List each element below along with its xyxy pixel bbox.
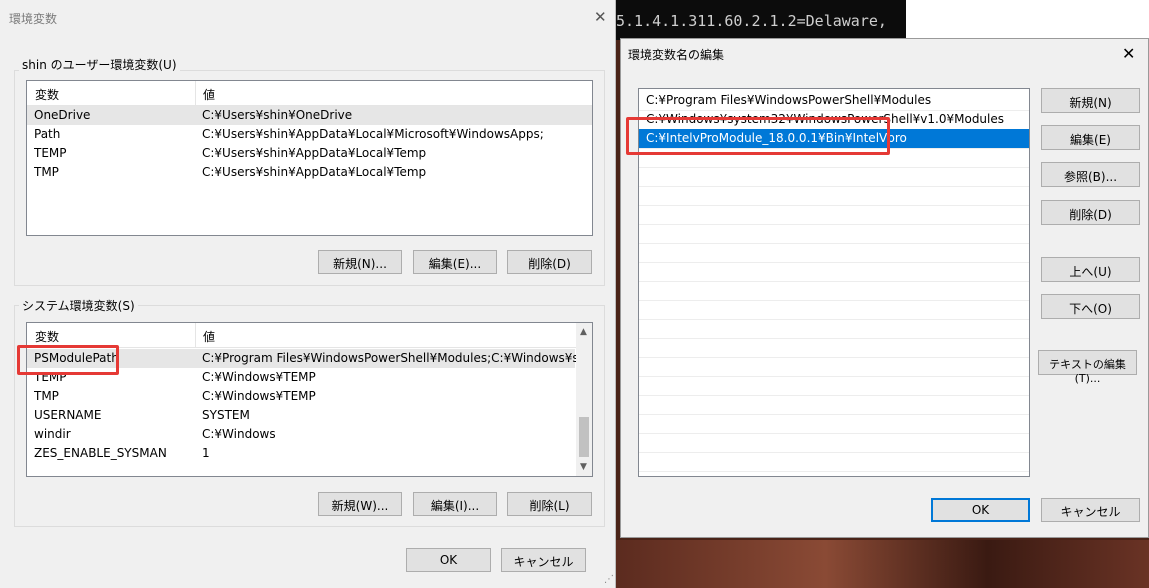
variable-value: SYSTEM <box>202 408 250 422</box>
variable-value: C:¥Windows¥TEMP <box>202 370 316 384</box>
path-new-button[interactable]: 新規(N) <box>1041 88 1140 113</box>
desktop-area <box>906 0 1149 40</box>
dialog-ok-button[interactable]: OK <box>931 498 1030 522</box>
variable-value: C:¥Windows <box>202 427 276 441</box>
scroll-up-icon[interactable]: ▲ <box>580 327 587 337</box>
cancel-button[interactable]: キャンセル <box>501 548 586 572</box>
variable-name: Path <box>34 127 61 141</box>
variable-name: TMP <box>34 165 59 179</box>
variable-value: C:¥Program Files¥WindowsPowerShell¥Modul… <box>202 351 593 365</box>
table-row[interactable]: TMP C:¥Users¥shin¥AppData¥Local¥Temp <box>27 163 592 182</box>
ok-button[interactable]: OK <box>406 548 491 572</box>
scroll-down-icon[interactable]: ▼ <box>580 462 587 472</box>
system-list-scrollbar[interactable]: ▲ ▼ <box>576 323 592 476</box>
path-browse-button[interactable]: 参照(B)... <box>1041 162 1140 187</box>
terminal-line: 5.1.4.1.311.60.2.1.2=Delaware, <box>616 12 887 30</box>
user-edit-button[interactable]: 編集(E)... <box>413 250 497 274</box>
edit-text-button[interactable]: テキストの編集(T)... <box>1038 350 1137 385</box>
system-edit-button[interactable]: 編集(I)... <box>413 492 497 516</box>
system-delete-button[interactable]: 削除(L) <box>507 492 592 516</box>
column-value[interactable]: 値 <box>203 328 215 345</box>
system-new-button[interactable]: 新規(W)... <box>318 492 402 516</box>
desktop-wallpaper <box>610 540 1149 588</box>
table-row[interactable]: windir C:¥Windows <box>27 425 575 444</box>
user-delete-button[interactable]: 削除(D) <box>507 250 592 274</box>
variable-name: TEMP <box>34 146 67 160</box>
list-header: 変数 値 <box>27 81 592 106</box>
resize-grip-icon[interactable]: ⋰ <box>604 574 614 585</box>
column-variable[interactable]: 変数 <box>35 328 59 345</box>
user-variables-list[interactable]: 変数 値 OneDrive C:¥Users¥shin¥OneDrive Pat… <box>26 80 593 236</box>
dialog-cancel-button[interactable]: キャンセル <box>1041 498 1140 522</box>
system-variables-label: システム環境変数(S) <box>19 297 138 314</box>
terminal-window: 5.1.4.1.311.60.2.1.2=Delaware, <box>606 0 906 40</box>
variable-value: C:¥Windows¥TEMP <box>202 389 316 403</box>
table-row[interactable]: ZES_ENABLE_SYSMAN 1 <box>27 444 575 463</box>
user-variables-label: shin のユーザー環境変数(U) <box>19 56 180 73</box>
move-down-button[interactable]: 下へ(O) <box>1041 294 1140 319</box>
column-value[interactable]: 値 <box>203 86 215 103</box>
path-edit-button[interactable]: 編集(E) <box>1041 125 1140 150</box>
list-item[interactable]: C:¥Program Files¥WindowsPowerShell¥Modul… <box>639 91 1029 111</box>
variable-value: 1 <box>202 446 210 460</box>
variable-name: windir <box>34 427 71 441</box>
window-title: 環境変数 <box>9 12 58 26</box>
path-delete-button[interactable]: 削除(D) <box>1041 200 1140 225</box>
user-new-button[interactable]: 新規(N)... <box>318 250 402 274</box>
scrollbar-thumb[interactable] <box>579 417 589 457</box>
variable-value: C:¥Users¥shin¥AppData¥Local¥Temp <box>202 146 427 160</box>
move-up-button[interactable]: 上へ(U) <box>1041 257 1140 282</box>
variable-name: USERNAME <box>34 408 102 422</box>
dialog-title: 環境変数名の編集 <box>628 48 725 62</box>
close-icon[interactable]: ✕ <box>594 8 607 26</box>
variable-name: ZES_ENABLE_SYSMAN <box>34 446 167 460</box>
variable-value: C:¥Users¥shin¥OneDrive <box>202 108 353 122</box>
variable-value: C:¥Users¥shin¥AppData¥Local¥Temp <box>202 165 427 179</box>
highlight-box <box>626 117 890 155</box>
close-icon[interactable]: ✕ <box>1122 44 1135 63</box>
table-row[interactable]: Path C:¥Users¥shin¥AppData¥Local¥Microso… <box>27 125 592 144</box>
table-row[interactable]: OneDrive C:¥Users¥shin¥OneDrive <box>27 106 592 125</box>
variable-name: OneDrive <box>34 108 91 122</box>
column-variable[interactable]: 変数 <box>35 86 59 103</box>
table-row[interactable]: TMP C:¥Windows¥TEMP <box>27 387 575 406</box>
variable-value: C:¥Users¥shin¥AppData¥Local¥Microsoft¥Wi… <box>202 127 544 141</box>
variable-name: TMP <box>34 389 59 403</box>
table-row[interactable]: USERNAME SYSTEM <box>27 406 575 425</box>
table-row[interactable]: TEMP C:¥Users¥shin¥AppData¥Local¥Temp <box>27 144 592 163</box>
highlight-box <box>17 345 119 375</box>
